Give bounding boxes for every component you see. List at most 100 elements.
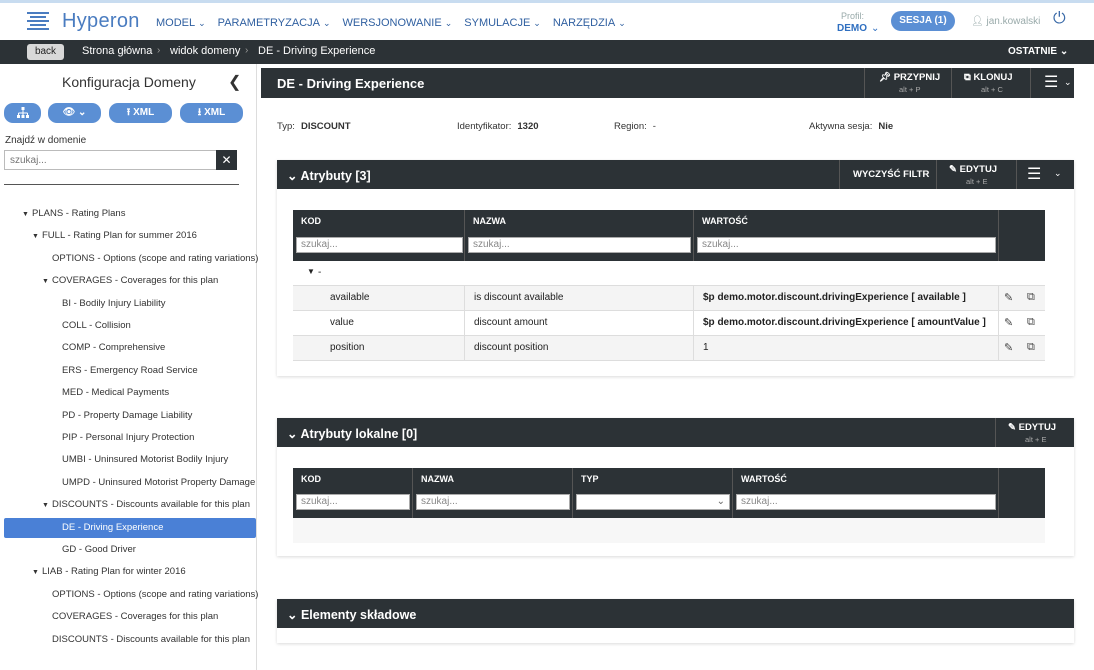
menu-symulacje[interactable]: SYMULACJE ⌄ xyxy=(464,17,541,29)
tree-item[interactable]: ▼ FULL - Rating Plan for summer 2016 xyxy=(32,226,197,246)
column-wartosc[interactable]: WARTOŚĆ xyxy=(741,474,787,484)
tree-item[interactable]: PIP - Personal Injury Protection xyxy=(62,428,194,448)
expand-triangle-icon[interactable]: ▼ xyxy=(42,496,52,516)
menu-parametryzacja[interactable]: PARAMETRYZACJA ⌄ xyxy=(218,17,331,29)
column-wartosc[interactable]: WARTOŚĆ xyxy=(702,216,748,226)
tree-item[interactable]: ▼ PLANS - Rating Plans xyxy=(22,204,125,224)
clear-filter-button[interactable]: WYCZYŚĆ FILTR xyxy=(839,160,936,189)
clone-button[interactable]: ⧉ KLONUJ alt + C xyxy=(951,68,1030,98)
expand-triangle-icon[interactable]: ▼ xyxy=(32,563,42,583)
filter-wartosc-input[interactable]: szukaj... xyxy=(736,494,996,510)
power-icon[interactable]: ⏻ xyxy=(1053,10,1066,28)
tree-item[interactable]: DISCOUNTS - Discounts available for this… xyxy=(52,630,250,650)
divider xyxy=(998,210,999,261)
recent-menu[interactable]: OSTATNIE ⌄ xyxy=(1008,46,1068,57)
expand-triangle-icon[interactable]: ▼ xyxy=(32,227,42,247)
filter-kod-input[interactable]: szukaj... xyxy=(296,237,463,253)
filter-typ-select[interactable]: ⌄ xyxy=(576,494,730,510)
back-button[interactable]: back xyxy=(27,44,64,60)
filter-wartosc-input[interactable]: szukaj... xyxy=(697,237,996,253)
tree-item[interactable]: UMPD - Uninsured Motorist Property Damag… xyxy=(62,473,255,493)
app-name[interactable]: Hyperon xyxy=(62,10,140,33)
view-options-button[interactable]: 👁︎ ⌄ xyxy=(48,103,101,123)
local-attributes-panel-header: ⌄ Atrybuty lokalne [0] ✎ EDYTUJ alt + E xyxy=(277,418,1074,447)
hierarchy-button[interactable] xyxy=(4,103,41,123)
table-row[interactable]: value discount amount $p demo.motor.discou… xyxy=(293,311,1045,336)
session-button[interactable]: SESJA (1) xyxy=(891,11,955,31)
profile-value: DEMO xyxy=(837,23,867,34)
copy-icon[interactable]: ⧉ xyxy=(1027,341,1035,354)
table-row[interactable]: available is discount available $p demo.mo… xyxy=(293,286,1045,311)
breadcrumb-current: DE - Driving Experience xyxy=(258,45,376,57)
more-menu-button[interactable]: ☰ ⌄ xyxy=(1030,68,1074,98)
user-menu[interactable]: 👤︎ jan.kowalski xyxy=(971,16,1040,27)
filter-nazwa-input[interactable]: szukaj... xyxy=(468,237,691,253)
attributes-menu-button[interactable]: ☰ ⌄ xyxy=(1016,160,1074,189)
copy-icon[interactable]: ⧉ xyxy=(1027,291,1035,304)
filter-nazwa-input[interactable]: szukaj... xyxy=(416,494,570,510)
column-typ[interactable]: TYP xyxy=(581,474,599,484)
tree-item-label: DE - Driving Experience xyxy=(62,521,164,533)
clone-label: ⧉ KLONUJ xyxy=(964,72,1013,83)
pencil-icon[interactable]: ✎ xyxy=(1004,291,1013,304)
group-row[interactable]: ▼ - xyxy=(293,261,1045,286)
filter-kod-input[interactable]: szukaj... xyxy=(296,494,410,510)
edit-local-attributes-button[interactable]: ✎ EDYTUJ alt + E xyxy=(995,418,1074,447)
menu-narzedzia-label: NARZĘDZIA xyxy=(552,17,616,29)
hamburger-icon: ☰ xyxy=(1027,166,1042,183)
tree-item[interactable]: OPTIONS - Options (scope and rating vari… xyxy=(52,585,258,605)
clear-search-icon[interactable]: ✕ xyxy=(216,150,237,170)
components-title[interactable]: ⌄ Elementy składowe xyxy=(287,607,416,622)
domain-search-input[interactable] xyxy=(4,150,217,170)
tree-item[interactable]: MED - Medical Payments xyxy=(62,383,169,403)
pin-button[interactable]: 📌︎ PRZYPNIJ alt + P xyxy=(864,68,951,98)
expand-triangle-icon[interactable]: ▼ xyxy=(42,272,52,292)
import-xml-button[interactable]: ⭱ XML xyxy=(109,103,172,123)
local-attributes-title[interactable]: ⌄ Atrybuty lokalne [0] xyxy=(287,426,417,441)
pencil-icon: ✎ xyxy=(949,164,957,175)
tree-item[interactable]: ▼ COVERAGES - Coverages for this plan xyxy=(42,271,218,291)
menu-model[interactable]: MODEL ⌄ xyxy=(156,17,206,29)
tree-item[interactable]: ▼ LIAB - Rating Plan for winter 2016 xyxy=(32,562,186,582)
hyperon-logo-icon[interactable] xyxy=(27,11,49,33)
divider xyxy=(412,468,413,518)
breadcrumb-domain-view[interactable]: widok domeny xyxy=(170,45,240,57)
column-nazwa[interactable]: NAZWA xyxy=(421,474,454,484)
tree-item[interactable]: ▼ DISCOUNTS - Discounts available for thi… xyxy=(42,495,250,515)
export-xml-button[interactable]: ⭳ XML xyxy=(180,103,243,123)
expand-triangle-icon[interactable]: ▼ xyxy=(22,205,32,225)
chevron-down-icon: ⌄ xyxy=(1064,77,1072,87)
tree-item[interactable]: DE - Driving Experience xyxy=(4,517,256,538)
components-title-text: Elementy składowe xyxy=(300,608,417,622)
tree-item[interactable]: COVERAGES - Coverages for this plan xyxy=(52,607,218,627)
cell-wartosc: 1 xyxy=(703,342,709,353)
tree-item[interactable]: UMBI - Uninsured Motorist Bodily Injury xyxy=(62,450,228,470)
copy-icon[interactable]: ⧉ xyxy=(1027,316,1035,329)
divider xyxy=(464,286,465,311)
tree-item[interactable]: COMP - Comprehensive xyxy=(62,338,165,358)
menu-narzedzia[interactable]: NARZĘDZIA ⌄ xyxy=(553,17,626,29)
tree-item[interactable]: OPTIONS - Options (scope and rating vari… xyxy=(52,249,258,269)
collapse-sidebar-icon[interactable]: ❮ xyxy=(228,72,241,92)
pencil-icon[interactable]: ✎ xyxy=(1004,316,1013,329)
breadcrumb-home[interactable]: Strona główna xyxy=(82,45,152,57)
attributes-table-header xyxy=(293,210,1045,261)
export-xml-label: XML xyxy=(204,107,226,118)
tree-item[interactable]: COLL - Collision xyxy=(62,316,131,336)
column-kod[interactable]: KOD xyxy=(301,474,321,484)
divider xyxy=(998,286,999,311)
tree-item[interactable]: GD - Good Driver xyxy=(62,540,136,560)
tree-item[interactable]: PD - Property Damage Liability xyxy=(62,406,192,426)
divider xyxy=(998,336,999,361)
attributes-title[interactable]: ⌄ Atrybuty [3] xyxy=(287,168,371,183)
edit-attributes-button[interactable]: ✎ EDYTUJ alt + E xyxy=(936,160,1016,189)
profile-select[interactable]: DEMO ⌄ xyxy=(837,23,879,34)
tree-item[interactable]: ERS - Emergency Road Service xyxy=(62,361,198,381)
tree-item[interactable]: BI - Bodily Injury Liability xyxy=(62,294,165,314)
column-nazwa[interactable]: NAZWA xyxy=(473,216,506,226)
column-kod[interactable]: KOD xyxy=(301,216,321,226)
edit-text: EDYTUJ xyxy=(1018,422,1057,433)
pencil-icon[interactable]: ✎ xyxy=(1004,341,1013,354)
table-row[interactable]: position discount position 1 ✎ ⧉ xyxy=(293,336,1045,361)
menu-wersjonowanie[interactable]: WERSJONOWANIE ⌄ xyxy=(343,17,453,29)
